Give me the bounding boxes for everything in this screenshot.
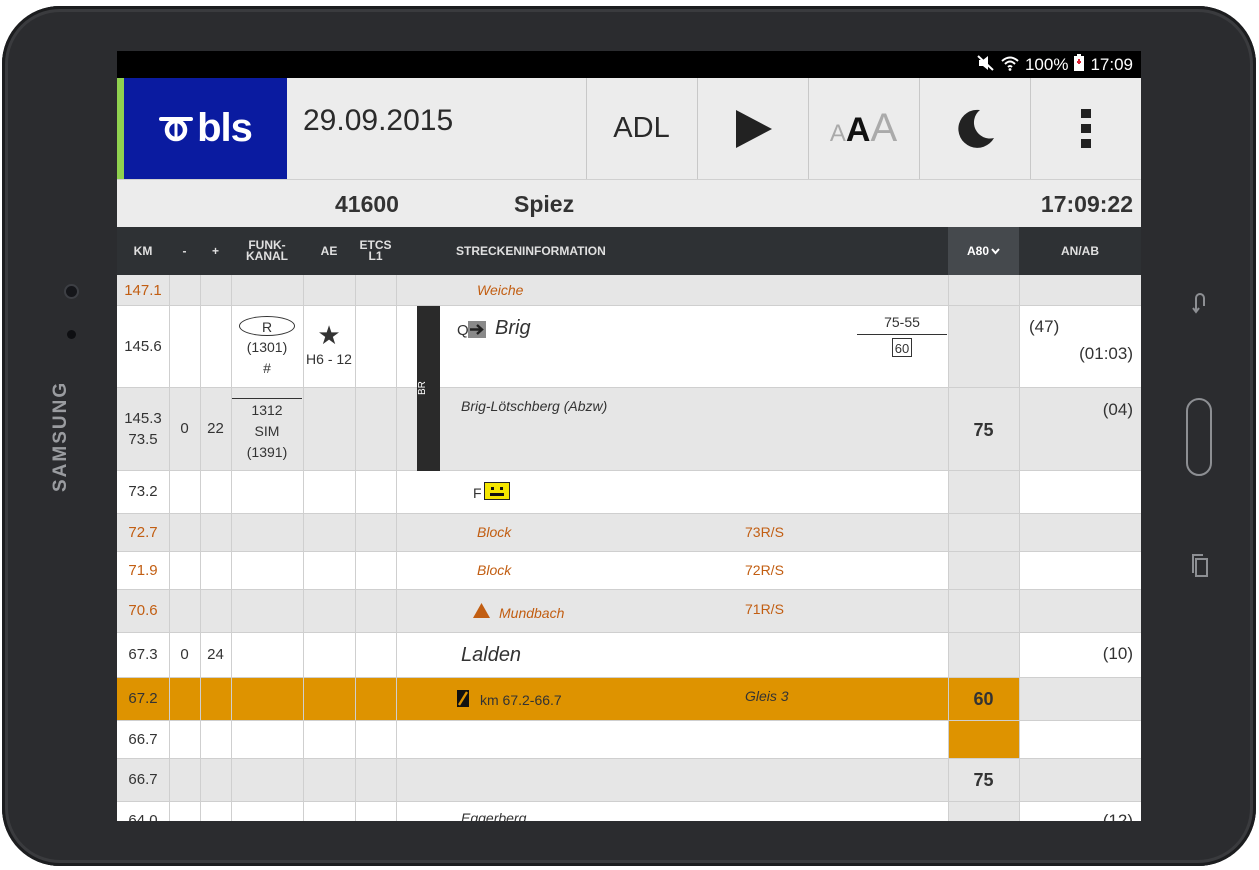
- slow-zone-icon: [457, 690, 469, 707]
- app-screen: 100% 17:09 bls 29.09.2015 ADL AAA 41600 …: [117, 51, 1141, 821]
- battery-icon: [1074, 54, 1085, 76]
- station-lalden: Lalden: [461, 644, 522, 666]
- more-vert-icon: [1081, 108, 1091, 148]
- col-km: KM: [133, 243, 153, 258]
- play-icon: [735, 109, 772, 148]
- table-row[interactable]: 64.0 Eggerberg (12): [117, 802, 1141, 821]
- table-header: KM - + FUNK- KANAL AE ETCS L1 STRECKENINFO…: [117, 227, 1141, 275]
- col-a80-dropdown[interactable]: A80: [948, 227, 1019, 275]
- current-time: 17:09:22: [1040, 191, 1133, 217]
- table-row[interactable]: 70.6 Mundbach 71R/S: [117, 590, 1141, 633]
- play-button[interactable]: [697, 78, 807, 179]
- current-station: Spiez: [514, 191, 575, 217]
- more-menu-button[interactable]: [1030, 78, 1141, 179]
- header-date: 29.09.2015: [303, 104, 454, 137]
- col-streckeninformation: STRECKENINFORMATION: [456, 243, 606, 258]
- col-etcs: ETCS L1: [359, 238, 392, 263]
- table-row[interactable]: 145.3 73.5 0 22 1312 SIM (1391) Brig-Löt…: [117, 388, 1141, 471]
- col-anab: AN/AB: [1061, 243, 1099, 258]
- station-brig: Brig: [495, 317, 531, 339]
- front-camera: [66, 286, 77, 297]
- hardware-recents-icon[interactable]: [1191, 553, 1209, 579]
- bls-logo: bls: [124, 78, 287, 179]
- wifi-icon: [1001, 55, 1019, 76]
- train-info-bar: 41600 Spiez 17:09:22: [117, 179, 1141, 227]
- hardware-home-button[interactable]: [1186, 398, 1212, 476]
- font-size-icon: AAA: [829, 106, 898, 150]
- chevron-down-icon: [991, 247, 1000, 255]
- train-number: 41600: [335, 191, 399, 217]
- mute-icon: [977, 54, 995, 76]
- table-row[interactable]: 71.9 Block 72R/S: [117, 552, 1141, 590]
- col-plus: +: [211, 243, 219, 258]
- route-section-bar: BR: [417, 306, 440, 471]
- logo-text: bls: [197, 106, 253, 150]
- status-strip: [117, 78, 124, 179]
- col-ae: AE: [320, 243, 338, 258]
- table-row[interactable]: 72.7 Block 73R/S: [117, 514, 1141, 552]
- status-time: 17:09: [1090, 55, 1133, 74]
- bls-logo-icon: [159, 116, 194, 141]
- route-table: 147.1 Weiche 145.6 R (1301) # ★ H6 - 12 …: [117, 275, 1141, 821]
- table-row[interactable]: 67.3 0 24 Lalden (10): [117, 633, 1141, 678]
- moon-icon: [957, 109, 994, 148]
- table-row[interactable]: 145.6 R (1301) # ★ H6 - 12 Q Brig 75-55 …: [117, 306, 1141, 388]
- adl-button[interactable]: ADL: [586, 78, 696, 179]
- battery-percent: 100%: [1024, 55, 1069, 74]
- app-header: bls 29.09.2015 ADL AAA: [117, 78, 1141, 179]
- warning-triangle-icon: [473, 603, 490, 618]
- arrow-right-icon: [468, 321, 486, 338]
- speed-sign-box: 60: [892, 338, 912, 357]
- night-mode-button[interactable]: [919, 78, 1029, 179]
- hardware-back-icon[interactable]: [1189, 292, 1211, 316]
- table-row[interactable]: 73.2 F: [117, 471, 1141, 514]
- table-row[interactable]: 67.2 km 67.2-66.7 Gleis 3 60: [117, 678, 1141, 721]
- table-row[interactable]: 66.7: [117, 721, 1141, 759]
- light-sensor: [67, 330, 76, 339]
- star-icon: ★: [317, 320, 341, 350]
- device-brand: SAMSUNG: [50, 380, 71, 492]
- radio-sign-icon: [484, 482, 510, 500]
- col-minus: -: [182, 243, 187, 258]
- table-row[interactable]: 147.1 Weiche: [117, 275, 1141, 306]
- adl-label: ADL: [613, 112, 670, 144]
- font-size-button[interactable]: AAA: [808, 78, 918, 179]
- table-row[interactable]: 66.7 75: [117, 759, 1141, 802]
- col-funkkanal: FUNK- KANAL: [246, 238, 288, 263]
- status-bar: 100% 17:09: [117, 51, 1141, 78]
- funk-channel-r: R: [239, 316, 295, 336]
